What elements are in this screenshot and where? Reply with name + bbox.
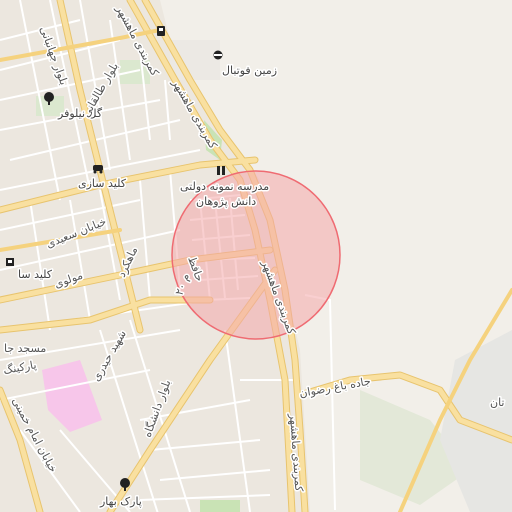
label-zamin-football: زمین فوتبال bbox=[222, 64, 277, 77]
label-school-line1: مدرسه نمونه دولتی bbox=[180, 180, 269, 193]
label-masjed: مسجد جا bbox=[4, 342, 46, 355]
park-area-south bbox=[200, 500, 240, 512]
label-kelid-sa: کلید سا bbox=[18, 268, 53, 281]
label-kelid-sazi: کلید سازی bbox=[78, 177, 127, 190]
label-tan: تان bbox=[490, 396, 505, 409]
shop-icon[interactable] bbox=[6, 258, 14, 266]
label-park-bahar: پارک بهار bbox=[99, 495, 142, 508]
label-school-line2: دانش پژوهان bbox=[196, 195, 256, 208]
map-canvas[interactable]: زمین فوتبال گل نیلوفر کلید سازی مدرسه نم… bbox=[0, 0, 512, 512]
map-view[interactable]: زمین فوتبال گل نیلوفر کلید سازی مدرسه نم… bbox=[0, 0, 512, 512]
fuel-icon[interactable] bbox=[157, 26, 165, 36]
stadium-icon[interactable] bbox=[213, 50, 223, 60]
